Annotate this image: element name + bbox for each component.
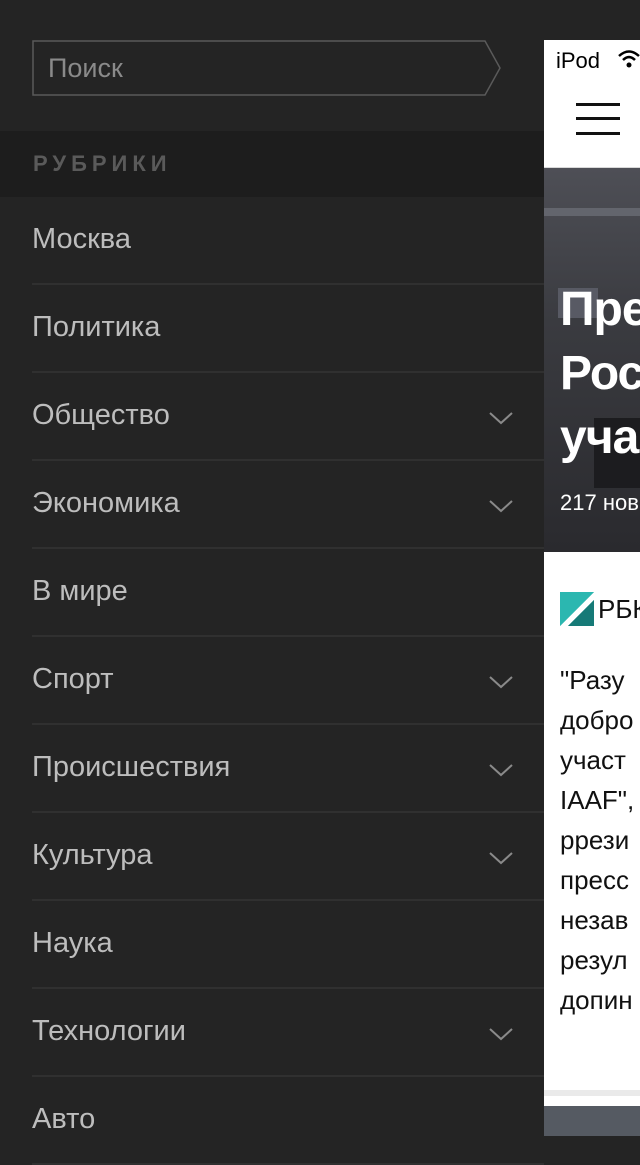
- menu-item-label: Москва: [32, 223, 132, 255]
- wifi-icon: [618, 50, 640, 68]
- section-title: РУБРИКИ: [33, 151, 172, 176]
- menu-item-label: Происшествия: [32, 751, 231, 783]
- menu-item[interactable]: Политика: [0, 285, 544, 373]
- menu-item-label: В мире: [32, 575, 128, 607]
- chevron-down-icon[interactable]: [488, 410, 514, 426]
- navigation-sidebar: РУБРИКИ Москва Политика Общество Экономи…: [0, 0, 544, 1165]
- card-divider: [544, 1090, 640, 1096]
- article-excerpt[interactable]: "Разу добро участ IAAF", pрези пресс нез…: [560, 660, 640, 1020]
- article-source: РБК: [598, 594, 640, 624]
- content-panel: iPod Пре Рос учас 217 нов РБК "Разу добр…: [544, 40, 640, 1136]
- category-menu: Москва Политика Общество Экономика В мир…: [0, 197, 544, 1165]
- menu-item[interactable]: Общество: [0, 373, 544, 461]
- hero-image-detail: [544, 208, 640, 216]
- menu-item[interactable]: Спорт: [0, 637, 544, 725]
- menu-item-label: Наука: [32, 927, 113, 959]
- status-bar: iPod: [544, 40, 640, 80]
- menu-item[interactable]: Москва: [0, 197, 544, 285]
- menu-item[interactable]: Технологии: [0, 989, 544, 1077]
- status-device-name: iPod: [556, 48, 601, 73]
- menu-item-label: Технологии: [32, 1015, 186, 1047]
- menu-item[interactable]: Происшествия: [0, 725, 544, 813]
- menu-item[interactable]: Культура: [0, 813, 544, 901]
- chevron-down-icon[interactable]: [488, 1026, 514, 1042]
- menu-item[interactable]: Экономика: [0, 461, 544, 549]
- search-input[interactable]: [34, 42, 494, 94]
- menu-item[interactable]: Наука: [0, 901, 544, 989]
- menu-item[interactable]: Авто: [0, 1077, 544, 1165]
- menu-item-label: Авто: [32, 1103, 96, 1135]
- menu-item-label: Культура: [32, 839, 153, 871]
- chevron-down-icon[interactable]: [488, 498, 514, 514]
- section-header: РУБРИКИ: [0, 131, 544, 197]
- article-meta: 217 нов: [560, 490, 639, 515]
- chevron-down-icon[interactable]: [488, 674, 514, 690]
- chevron-down-icon[interactable]: [488, 850, 514, 866]
- menu-item-label: Общество: [32, 399, 170, 431]
- next-article-thumbnail[interactable]: [544, 1106, 640, 1136]
- hamburger-menu-icon[interactable]: [576, 103, 620, 135]
- menu-item[interactable]: В мире: [0, 549, 544, 637]
- article-title[interactable]: Пре Рос учас: [560, 278, 640, 470]
- chevron-down-icon[interactable]: [488, 762, 514, 778]
- rbc-logo-icon: [560, 592, 594, 626]
- menu-item-label: Спорт: [32, 663, 114, 695]
- menu-item-label: Экономика: [32, 487, 180, 519]
- hero-image[interactable]: Пре Рос учас 217 нов: [544, 168, 640, 552]
- menu-item-label: Политика: [32, 311, 161, 343]
- search-box[interactable]: [32, 40, 502, 96]
